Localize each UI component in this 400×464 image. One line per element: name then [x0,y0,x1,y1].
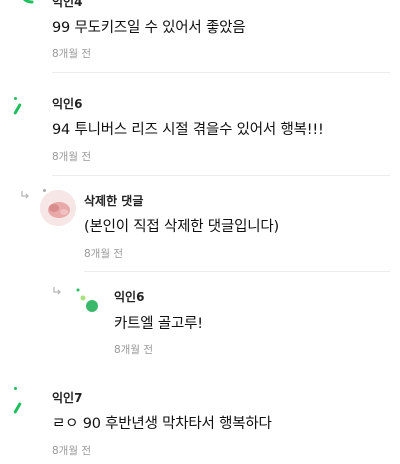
comment-item: 익인7 ㄹㅇ 90 후반년생 막차타서 행복하다 8개월 전 [0,382,400,464]
comment-body: 94 투니버스 리즈 시절 겪을수 있어서 행복!!! [52,122,324,138]
comment-author[interactable]: 익인7 [52,389,82,406]
comment-author[interactable]: 익인6 [114,288,144,305]
divider [84,271,390,272]
green-stroke-avatar-icon [13,103,22,115]
comment-body: 카트엘 골고루! [114,316,203,332]
green-stroke-avatar-icon [13,402,22,414]
comment-time: 8개월 전 [52,48,91,60]
green-dot-avatar-icon [76,288,102,314]
reply-arrow-icon [52,286,62,299]
comment-time: 8개월 전 [84,248,123,260]
reply-comment-item: 익인6 카트엘 골고루! 8개월 전 [0,284,400,372]
comment-time: 8개월 전 [52,151,91,163]
comment-time: 8개월 전 [114,344,153,356]
comment-author: 삭제한 댓글 [84,194,144,208]
pink-photo-avatar-icon [40,190,76,226]
tiny-dot-icon [14,387,17,390]
divider [52,72,390,73]
divider [52,175,390,176]
comment-author[interactable]: 익인6 [52,95,82,112]
tiny-dot-icon [14,97,17,100]
comment-item: 익인6 94 투니버스 리즈 시절 겪을수 있어서 행복!!! 8개월 전 [0,88,400,178]
tiny-dot-icon [43,189,46,192]
comment-item: 익인4 99 무도키즈일 수 있어서 좋았음 8개월 전 [0,0,400,73]
reply-arrow-icon [20,190,30,203]
comment-body: (본인이 직접 삭제한 댓글입니다) [84,219,279,235]
comment-author[interactable]: 익인4 [52,0,82,10]
green-stroke-avatar-icon [18,0,38,12]
comment-body: ㄹㅇ 90 후반년생 막차타서 행복하다 [52,416,272,432]
comment-body: 99 무도키즈일 수 있어서 좋았음 [52,20,246,36]
comment-time: 8개월 전 [52,445,91,457]
reply-comment-item: 삭제한 댓글 (본인이 직접 삭제한 댓글입니다) 8개월 전 [0,186,400,272]
